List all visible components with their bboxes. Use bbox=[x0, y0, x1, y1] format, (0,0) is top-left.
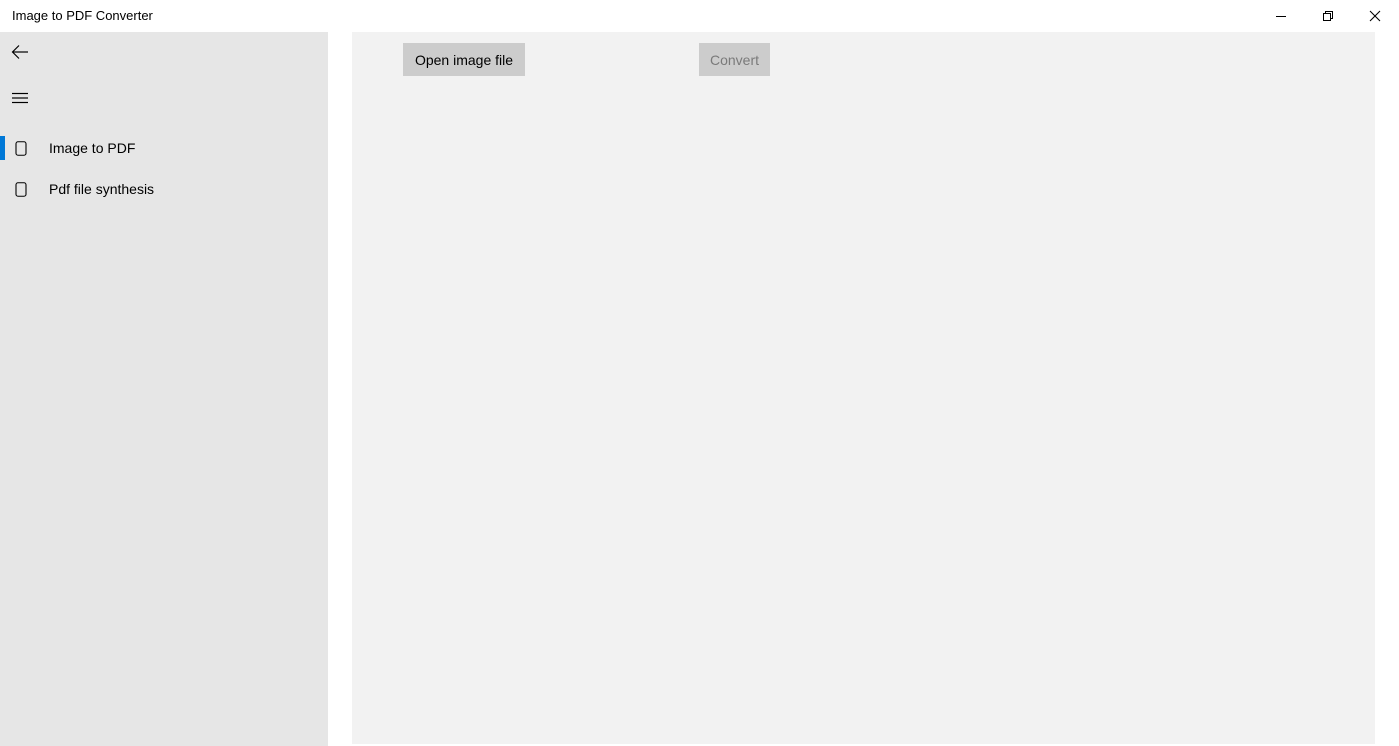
restore-icon bbox=[1323, 11, 1333, 21]
nav-item-label: Image to PDF bbox=[49, 140, 136, 156]
nav-item-image-to-pdf[interactable]: Image to PDF bbox=[0, 128, 328, 168]
title-bar: Image to PDF Converter bbox=[0, 0, 1399, 32]
navigation-pane: Image to PDF Pdf file synthesis bbox=[0, 32, 328, 746]
convert-button[interactable]: Convert bbox=[699, 43, 770, 76]
close-icon bbox=[1369, 10, 1381, 22]
back-button[interactable] bbox=[0, 32, 40, 72]
selection-indicator bbox=[0, 136, 5, 160]
open-image-file-button[interactable]: Open image file bbox=[403, 43, 525, 76]
minimize-button[interactable] bbox=[1258, 0, 1304, 32]
nav-item-pdf-file-synthesis[interactable]: Pdf file synthesis bbox=[0, 169, 328, 209]
window-edge bbox=[1375, 32, 1399, 746]
nav-item-label: Pdf file synthesis bbox=[49, 181, 155, 197]
menu-toggle-button[interactable] bbox=[0, 78, 40, 118]
content-area: Open image file Convert bbox=[352, 32, 1375, 744]
window-title: Image to PDF Converter bbox=[12, 8, 153, 23]
close-button[interactable] bbox=[1352, 0, 1398, 32]
restore-button[interactable] bbox=[1305, 0, 1351, 32]
hamburger-icon bbox=[12, 92, 28, 104]
back-arrow-icon bbox=[11, 45, 28, 59]
page-icon bbox=[14, 181, 28, 197]
minimize-icon bbox=[1276, 16, 1286, 17]
app-window: Image to PDF Converter Image to PDF Pdf … bbox=[0, 0, 1399, 746]
page-icon bbox=[14, 140, 28, 156]
